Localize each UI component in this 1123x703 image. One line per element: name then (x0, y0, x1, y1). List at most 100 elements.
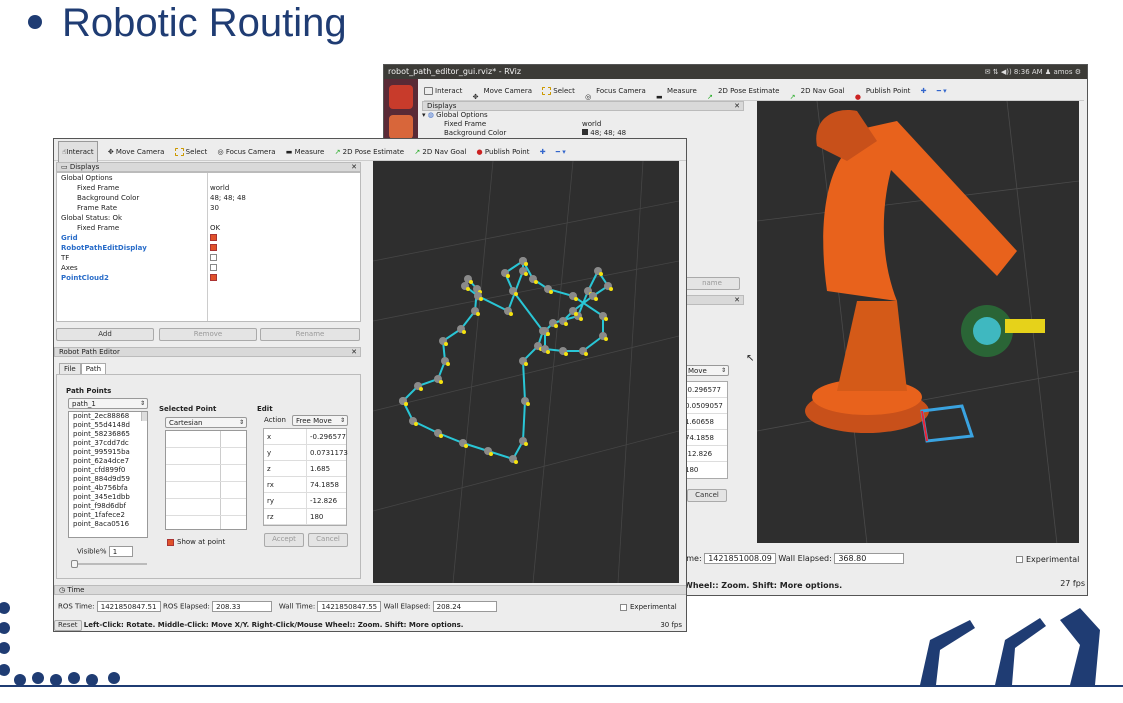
visible-input[interactable]: 1 (108, 546, 133, 557)
list-item[interactable]: point_8aca0516 (71, 520, 147, 529)
tab-file[interactable]: File (59, 363, 81, 374)
edit-row[interactable]: y 0.0731173 (264, 445, 348, 461)
publish-point-tool[interactable]: ● Publish Point (477, 142, 530, 162)
pose-estimate-tool[interactable]: ↗ 2D Pose Estimate (707, 81, 779, 101)
value-cell[interactable]: 1.60658 (685, 414, 727, 430)
front-3d-viewport[interactable] (373, 161, 679, 583)
edit-row[interactable]: rx 74.1858 (264, 477, 346, 493)
tree-row[interactable]: Axes (57, 263, 360, 273)
list-item[interactable]: point_58236865 (71, 430, 147, 439)
value-cell[interactable]: -0.296577 (685, 382, 727, 398)
visible-slider[interactable] (71, 560, 147, 568)
plus-icon[interactable]: ✚ (921, 81, 927, 101)
files-icon[interactable] (389, 115, 413, 139)
measure-tool[interactable]: ▬ Measure (656, 81, 697, 101)
edit-table[interactable]: x -0.296577 y 0.0731173 z 1.685 rx 74.1858 ry -12… (263, 428, 348, 526)
list-item[interactable]: point_995915ba (71, 448, 147, 457)
back-cancel-button[interactable]: Cancel (687, 489, 727, 502)
measure-tool[interactable]: ▬ Measure (286, 142, 325, 162)
checkbox-checked[interactable] (210, 234, 217, 241)
list-item[interactable]: point_55d4148d (71, 421, 147, 430)
edit-row[interactable]: x -0.296577 (264, 429, 346, 445)
tree-row[interactable]: Fixed Frame OK (57, 223, 360, 233)
tree-row[interactable]: Background Color 48; 48; 48 (422, 129, 742, 138)
slider-handle[interactable] (71, 560, 78, 568)
back-action-combo[interactable]: Move ⇕ (684, 365, 729, 376)
back-experimental[interactable]: Experimental (1016, 555, 1079, 564)
path-combo[interactable]: path_1 ⇕ (68, 398, 148, 409)
wall-elapsed-field[interactable]: 368.80 (834, 553, 905, 564)
checkbox[interactable] (210, 264, 217, 271)
close-icon[interactable]: ✕ (734, 296, 740, 305)
tab-path[interactable]: Path (80, 363, 107, 374)
ubuntu-dash-icon[interactable] (389, 85, 413, 109)
points-list[interactable]: point_2ec88868 point_55d4148d point_582368… (68, 411, 148, 538)
frame-combo[interactable]: Cartesian ⇕ (165, 417, 247, 428)
list-item[interactable]: point_37cdd7dc (71, 439, 147, 448)
edit-row[interactable]: ry -12.826 (264, 493, 346, 509)
edit-value[interactable]: -12.826 (306, 493, 348, 509)
tree-row[interactable]: PointCloud2 (57, 273, 360, 283)
list-item[interactable]: point_2ec88868 (71, 412, 147, 421)
focus-camera-tool[interactable]: ◎ Focus Camera (585, 81, 646, 101)
rename-button[interactable]: Rename (260, 328, 360, 341)
cancel-button[interactable]: Cancel (308, 533, 348, 547)
edit-value[interactable]: -0.296577 (306, 429, 348, 445)
tree-row[interactable]: Grid (57, 233, 360, 243)
tree-row[interactable]: TF (57, 253, 360, 263)
tree-row[interactable]: Fixed Frame world (57, 183, 360, 193)
interact-tool[interactable]: ☝Interact (58, 141, 98, 163)
selected-point-table[interactable] (165, 430, 247, 530)
checkbox[interactable] (1016, 556, 1023, 563)
select-tool[interactable]: Select (542, 81, 575, 101)
wall-time-field[interactable]: 1421850847.55 (317, 601, 382, 612)
edit-value[interactable]: 1.685 (306, 461, 348, 477)
edit-value[interactable]: 74.1858 (306, 477, 348, 493)
tree-row[interactable]: Background Color 48; 48; 48 (57, 193, 360, 203)
checkbox[interactable] (210, 254, 217, 261)
tree-row[interactable]: Global Status: Ok (57, 213, 360, 223)
list-item[interactable]: point_f98d6dbf (71, 502, 147, 511)
minus-dropdown-icon[interactable]: ━ ▾ (937, 81, 947, 101)
minus-dropdown-icon[interactable]: ━ ▾ (556, 142, 566, 162)
tree-row[interactable]: Global Options (57, 173, 360, 183)
list-scrollbar[interactable] (141, 412, 147, 421)
close-icon[interactable]: ✕ (734, 102, 740, 111)
pose-estimate-tool[interactable]: ↗ 2D Pose Estimate (335, 142, 405, 162)
value-cell[interactable]: 180 (685, 462, 727, 478)
list-item[interactable]: point_1fafece2 (71, 511, 147, 520)
remove-button[interactable]: Remove (159, 328, 257, 341)
focus-camera-tool[interactable]: ◎ Focus Camera (217, 142, 275, 162)
back-3d-viewport[interactable] (757, 101, 1079, 544)
nav-goal-tool[interactable]: ↗ 2D Nav Goal (790, 81, 845, 101)
plus-icon[interactable]: ✚ (540, 142, 546, 162)
checkbox-checked[interactable] (167, 538, 174, 546)
tree-row[interactable]: Frame Rate 30 (57, 203, 360, 213)
tree-row[interactable]: Fixed Frame world (422, 120, 742, 129)
interact-tool[interactable]: Interact (424, 81, 462, 101)
add-button[interactable]: Add (56, 328, 154, 341)
list-item[interactable]: point_884d9d59 (71, 475, 147, 484)
value-cell[interactable]: 74.1858 (685, 430, 727, 446)
edit-row[interactable]: rz 180 (264, 509, 346, 525)
checkbox[interactable] (620, 603, 627, 611)
back-rename-button[interactable]: name (684, 277, 740, 290)
select-tool[interactable]: Select (174, 142, 207, 162)
value-cell[interactable]: -12.826 (685, 446, 727, 462)
tree-row[interactable]: RobotPathEditDisplay (57, 243, 360, 253)
move-camera-tool[interactable]: ✥ Move Camera (473, 81, 532, 101)
checkbox-checked[interactable] (210, 244, 217, 251)
accept-button[interactable]: Accept (264, 533, 304, 547)
list-item[interactable]: point_345e1dbb (71, 493, 147, 502)
edit-row[interactable]: z 1.685 (264, 461, 346, 477)
ros-time-field[interactable]: 1421851008.09 (704, 553, 776, 564)
tree-row[interactable]: ▾ ◍ Global Options (422, 111, 742, 120)
move-camera-tool[interactable]: ✥ Move Camera (108, 142, 165, 162)
list-item[interactable]: point_62a4dce7 (71, 457, 147, 466)
experimental-toggle[interactable]: Experimental (620, 603, 677, 611)
close-icon[interactable]: ✕ (351, 163, 357, 172)
edit-value[interactable]: 180 (306, 509, 348, 525)
close-icon[interactable]: ✕ (351, 348, 357, 357)
show-at-point[interactable]: Show at point (167, 538, 225, 546)
value-cell[interactable]: 0.0509057 (685, 398, 727, 414)
